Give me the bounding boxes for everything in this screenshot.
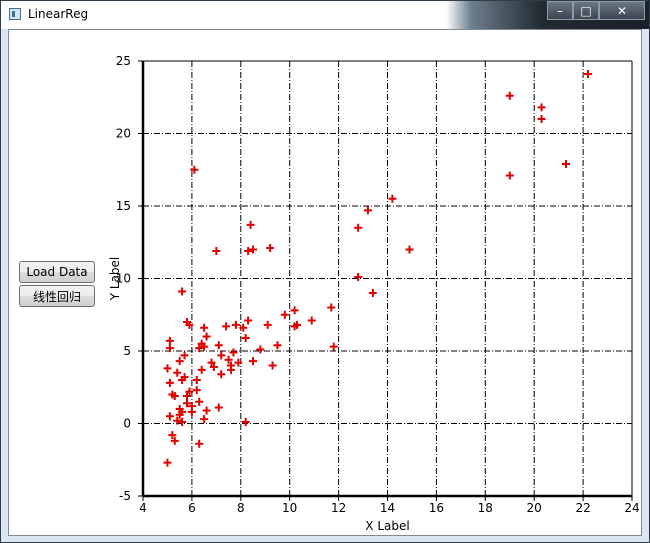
scatter-plot: 4 6 8 10 12 14 16 18 20 22 24-50510152025X LabelY … — [108, 54, 640, 533]
data-point — [363, 206, 372, 215]
data-point — [354, 223, 363, 232]
data-point — [229, 348, 238, 357]
data-point — [165, 412, 174, 421]
y-tick-label: 15 — [116, 199, 131, 213]
data-point — [561, 159, 570, 168]
data-point — [263, 320, 272, 329]
data-point — [178, 418, 187, 427]
data-point — [354, 273, 363, 282]
data-point — [290, 306, 299, 315]
data-point — [227, 365, 236, 374]
minimize-button[interactable]: – — [547, 1, 573, 20]
data-point — [192, 376, 201, 384]
data-point — [583, 70, 592, 79]
app-icon — [9, 8, 21, 20]
data-point — [307, 316, 316, 325]
x-tick-label: 12 — [331, 501, 346, 515]
data-point — [388, 194, 397, 203]
data-point — [165, 336, 174, 345]
data-point — [178, 287, 187, 296]
data-point — [327, 303, 336, 312]
title-bar[interactable]: LinearReg – □ ✕ — [1, 1, 649, 29]
data-point — [241, 418, 250, 427]
y-tick-label: 25 — [116, 54, 131, 68]
x-axis-label: X Label — [365, 519, 409, 533]
app-window: LinearReg – □ ✕ Load Data 线性回归 4 6 8 10 12 14… — [0, 0, 650, 543]
data-point — [505, 91, 514, 100]
data-point — [537, 115, 546, 123]
data-point — [187, 407, 196, 416]
data-point — [537, 103, 546, 112]
data-point — [173, 368, 182, 377]
x-tick-label: 4 — [139, 501, 147, 515]
data-point — [197, 365, 206, 374]
maximize-button[interactable]: □ — [573, 1, 599, 20]
data-point — [241, 333, 250, 342]
data-point — [222, 322, 231, 331]
data-point — [244, 316, 253, 325]
data-point — [202, 406, 211, 415]
data-point — [180, 351, 189, 360]
window-title: LinearReg — [28, 7, 89, 21]
data-point — [244, 246, 253, 255]
client-area: Load Data 线性回归 4 6 8 10 12 14 16 18 20 22 24 -5 0 5 10… — [8, 29, 642, 536]
data-point — [273, 341, 282, 350]
data-point — [202, 332, 211, 341]
data-point — [175, 357, 184, 366]
x-tick-label: 18 — [478, 501, 493, 515]
data-point — [256, 345, 265, 354]
data-point — [212, 246, 221, 255]
data-point — [329, 342, 338, 351]
data-point — [214, 341, 223, 350]
data-point — [231, 320, 240, 329]
x-tick-label: 24 — [624, 501, 639, 515]
data-point — [249, 245, 258, 254]
data-point — [163, 458, 172, 467]
data-point — [249, 357, 258, 366]
data-point — [266, 244, 275, 253]
x-tick-label: 14 — [380, 501, 395, 515]
data-point — [192, 386, 201, 395]
close-button[interactable]: ✕ — [599, 1, 645, 20]
data-point — [163, 364, 172, 373]
data-point — [217, 351, 226, 360]
data-point — [195, 439, 204, 448]
x-tick-label: 8 — [237, 501, 245, 515]
data-point — [368, 289, 377, 297]
x-tick-label: 20 — [527, 501, 542, 515]
data-point — [214, 403, 223, 412]
window-controls: – □ ✕ — [547, 1, 645, 21]
y-tick-label: -5 — [119, 489, 131, 503]
x-tick-label: 22 — [575, 501, 590, 515]
data-point — [200, 323, 209, 332]
y-tick-label: 0 — [123, 417, 131, 431]
y-tick-label: 20 — [116, 127, 131, 141]
data-point — [165, 378, 174, 387]
data-point — [268, 361, 277, 370]
data-point — [195, 397, 204, 406]
x-tick-label: 10 — [282, 501, 297, 515]
y-tick-label: 5 — [123, 344, 131, 358]
data-point — [505, 171, 514, 180]
data-point — [217, 370, 226, 379]
x-tick-label: 16 — [429, 501, 444, 515]
data-point — [200, 415, 209, 424]
data-point — [280, 310, 289, 319]
data-point — [405, 245, 414, 254]
x-tick-label: 6 — [188, 501, 196, 515]
y-axis-label: Y Label — [108, 257, 122, 302]
data-point — [246, 220, 255, 229]
